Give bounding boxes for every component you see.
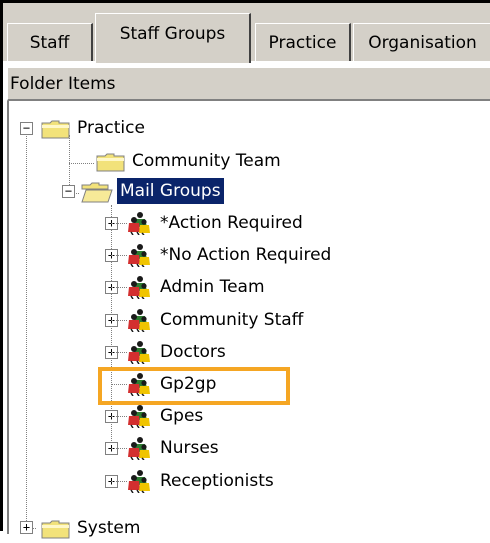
tree-node-label: Gpes xyxy=(160,406,204,426)
tree-node-label: Community Team xyxy=(132,151,281,171)
collapse-mail-groups-icon[interactable]: − xyxy=(62,185,75,198)
tab-bar: Staff Staff Groups Practice Organisation xyxy=(3,3,490,63)
tab-organisation[interactable]: Organisation xyxy=(353,23,490,61)
folder-icon xyxy=(96,153,125,172)
user-group-icon xyxy=(128,244,150,267)
tab-staff-groups[interactable]: Staff Groups xyxy=(95,13,251,63)
folder-tree[interactable]: − Practice Community Team − Mail Groups xyxy=(9,103,490,539)
tree-node-label: Mail Groups xyxy=(117,178,224,204)
tree-node-label: Nurses xyxy=(160,438,219,458)
highlight-box xyxy=(98,367,290,405)
tab-label: Practice xyxy=(268,32,337,53)
tree-connector xyxy=(69,163,94,165)
user-group-icon xyxy=(128,470,150,493)
collapse-practice-icon[interactable]: − xyxy=(20,122,33,135)
tree-connector xyxy=(111,416,127,418)
tab-label: Staff Groups xyxy=(119,23,226,44)
tree-connector xyxy=(111,287,127,289)
tree-node-label: Admin Team xyxy=(160,277,265,297)
tree-connector xyxy=(111,320,127,322)
tree-node-label: Community Staff xyxy=(160,310,304,330)
tree-node-group[interactable]: Nurses xyxy=(127,433,222,463)
tree-node-practice[interactable]: Practice xyxy=(41,113,148,143)
tab-staff[interactable]: Staff xyxy=(7,23,93,61)
tree-connector xyxy=(111,223,127,225)
tree-connector xyxy=(111,352,127,354)
user-group-icon xyxy=(128,341,150,364)
tree-connector xyxy=(26,133,28,525)
folder-icon xyxy=(41,520,70,539)
tree-node-group[interactable]: Admin Team xyxy=(127,272,268,302)
tree-node-label: *Action Required xyxy=(160,213,303,233)
user-group-icon xyxy=(128,276,150,299)
folder-items-label: Folder Items xyxy=(10,73,116,94)
tree-node-label: Doctors xyxy=(160,342,226,362)
tree-node-label: Practice xyxy=(77,118,145,138)
tab-practice[interactable]: Practice xyxy=(255,23,351,61)
tab-label: Organisation xyxy=(368,32,477,53)
tree-connector xyxy=(111,448,127,450)
user-group-icon xyxy=(128,405,150,428)
tree-node-group[interactable]: Gpes xyxy=(127,401,206,431)
tree-node-label: System xyxy=(77,518,141,538)
tree-connector xyxy=(111,481,127,483)
open-folder-icon xyxy=(81,182,113,203)
expand-system-icon[interactable]: + xyxy=(20,521,33,534)
tab-label: Staff xyxy=(29,32,70,53)
folder-icon xyxy=(41,120,70,139)
tree-node-community-team[interactable]: Community Team xyxy=(96,146,284,176)
tree-node-group[interactable]: *No Action Required xyxy=(127,240,334,270)
tree-node-label: Receptionists xyxy=(160,471,274,491)
tree-node-group[interactable]: Community Staff xyxy=(127,305,306,335)
user-group-icon xyxy=(128,437,150,460)
tree-node-group[interactable]: Receptionists xyxy=(127,466,277,496)
tree-node-group[interactable]: Doctors xyxy=(127,337,229,367)
user-group-icon xyxy=(128,212,150,235)
folder-items-header: Folder Items xyxy=(7,67,490,101)
tree-connector xyxy=(111,255,127,257)
tree-node-mail-groups[interactable]: Mail Groups xyxy=(81,176,224,206)
user-group-icon xyxy=(128,309,150,332)
tree-node-label: *No Action Required xyxy=(160,245,332,265)
tree-node-system[interactable]: System xyxy=(41,513,143,543)
application-window: Staff Staff Groups Practice Organisation… xyxy=(0,0,490,539)
tree-node-group[interactable]: *Action Required xyxy=(127,208,306,238)
